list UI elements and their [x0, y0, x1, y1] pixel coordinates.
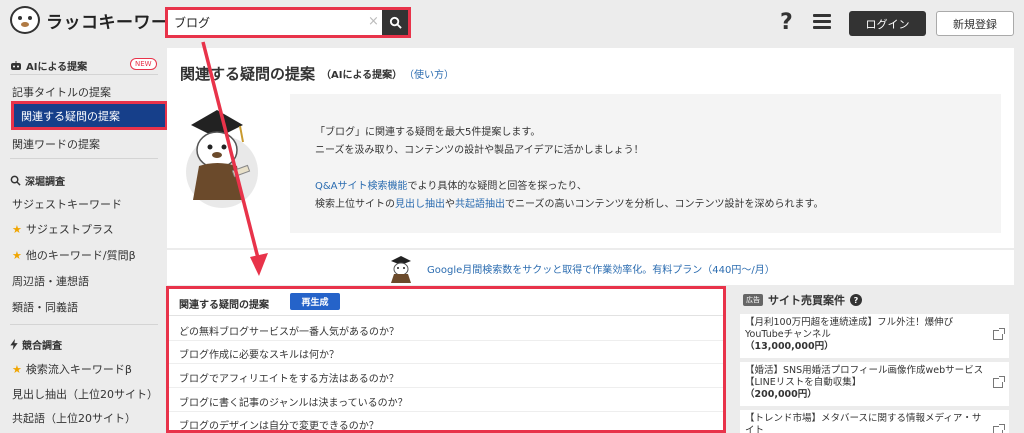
divider	[169, 340, 723, 341]
logo[interactable]: ラッコキーワード	[10, 6, 186, 34]
sale-price: （200,000円）	[745, 389, 817, 400]
sale-title: 【婚活】SNS用婚活プロフィール画像作成webサービス【LINEリストを自動収集…	[745, 365, 984, 388]
questions-panel: 関連する疑問の提案 再生成 どの無料ブログサービスが一番人気があるのか？ ブログ…	[166, 286, 726, 433]
heading-extract-link[interactable]: 見出し抽出	[395, 199, 445, 210]
sidebar-item-label: 周辺語・連想語	[12, 275, 89, 288]
sidebar-item-label: サジェストキーワード	[12, 198, 122, 211]
divider	[10, 158, 158, 159]
sidebar-item-heading-extract[interactable]: 見出し抽出（上位20サイト）	[12, 386, 158, 402]
sidebar-item-label: 関連する疑問の提案	[21, 109, 120, 123]
sidebar-item-inflow-keywords[interactable]: ★ 検索流入キーワードβ	[12, 361, 132, 377]
sidebar-item-label: 関連ワードの提案	[12, 138, 100, 151]
sidebar-section-label: 深堀調査	[25, 177, 65, 188]
question-item[interactable]: ブログ作成に必要なスキルは何か？	[179, 346, 339, 361]
lightning-icon	[10, 339, 18, 350]
cooccurrence-link[interactable]: 共起語抽出	[455, 199, 505, 210]
howto-link[interactable]: （使い方）	[404, 66, 454, 81]
external-link-icon	[993, 424, 1005, 433]
ad-badge: 広告	[743, 294, 763, 306]
question-item[interactable]: ブログに書く記事のジャンルは決まっているのか？	[179, 394, 408, 409]
intro-line-3: Q&Aサイト検索機能でより具体的な疑問と回答を探ったり、	[315, 181, 587, 192]
search-box: ×	[165, 7, 411, 38]
sidebar-item-synonyms[interactable]: 類語・同義語	[12, 299, 78, 315]
otter-mascot-icon	[391, 256, 411, 283]
sidebar-item-label: 他のキーワード/質問β	[25, 249, 136, 262]
divider	[10, 324, 158, 325]
sidebar-section-competitor: 競合調査	[10, 337, 62, 352]
sidebar-section-ai: AIによる提案	[10, 58, 87, 73]
intro-line-1: 「ブログ」に関連する疑問を最大5件提案します。	[315, 127, 541, 138]
sidebar-item-related-terms[interactable]: 周辺語・連想語	[12, 273, 89, 289]
sale-title: 【トレンド市場】メタバースに関する情報メディア・サイト	[745, 413, 982, 433]
qa-search-link[interactable]: Q&Aサイト検索機能	[315, 181, 408, 192]
regenerate-button[interactable]: 再生成	[290, 293, 340, 310]
sale-title: 【月利100万円超を連続達成】フル外注！爆伸びYouTubeチャンネル	[745, 317, 954, 340]
divider	[169, 411, 723, 412]
sale-card[interactable]: 【月利100万円超を連続達成】フル外注！爆伸びYouTubeチャンネル （13,…	[740, 314, 1009, 358]
hamburger-menu-icon[interactable]	[813, 14, 831, 30]
star-icon: ★	[12, 362, 22, 376]
divider	[169, 363, 723, 364]
search-icon	[389, 16, 402, 29]
otter-professor-mascot-icon	[186, 110, 258, 208]
sidebar: AIによる提案 NEW 記事タイトルの提案 関連する疑問の提案 関連ワードの提案…	[0, 48, 168, 433]
question-item[interactable]: ブログでアフィリエイトをする方法はあるのか？	[179, 370, 399, 385]
sale-card[interactable]: 【トレンド市場】メタバースに関する情報メディア・サイト	[740, 410, 1009, 433]
sales-header: 広告 サイト売買案件 ?	[743, 292, 862, 308]
clear-icon[interactable]: ×	[368, 14, 379, 29]
promo-banner[interactable]: Google月間検索数をサクッと取得で作業効率化。有料プラン（440円〜/月）	[167, 250, 1014, 285]
question-item[interactable]: ブログのデザインは自分で変更できるのか？	[179, 417, 379, 432]
header: ラッコキーワード × ? ログイン 新規登録	[0, 0, 1024, 45]
intro-box: 「ブログ」に関連する疑問を最大5件提案します。 ニーズを汲み取り、コンテンツの設…	[290, 94, 1001, 233]
sales-panel: 広告 サイト売買案件 ? 【月利100万円超を連続達成】フル外注！爆伸びYouT…	[735, 286, 1014, 433]
sidebar-item-cooccurrence[interactable]: 共起語（上位20サイト）	[12, 410, 136, 426]
sidebar-item-article-title[interactable]: 記事タイトルの提案	[12, 84, 111, 100]
main-panel: 関連する疑問の提案 （AIによる提案） （使い方） 「ブログ」に関連する疑問を最…	[167, 48, 1014, 248]
sidebar-item-suggest-plus[interactable]: ★ サジェストプラス	[12, 221, 114, 237]
star-icon: ★	[12, 248, 22, 262]
banner-text[interactable]: Google月間検索数をサクッと取得で作業効率化。有料プラン（440円〜/月）	[427, 261, 775, 276]
sidebar-item-suggest[interactable]: サジェストキーワード	[12, 196, 122, 212]
sale-card[interactable]: 【婚活】SNS用婚活プロフィール画像作成webサービス【LINEリストを自動収集…	[740, 362, 1009, 406]
help-icon[interactable]: ?	[780, 10, 793, 35]
search-input[interactable]	[168, 10, 382, 35]
sidebar-item-label: 検索流入キーワードβ	[25, 363, 132, 376]
search-button[interactable]	[382, 10, 408, 35]
help-icon[interactable]: ?	[850, 294, 862, 306]
external-link-icon	[993, 376, 1005, 388]
sidebar-section-label: 競合調査	[22, 341, 62, 352]
new-badge: NEW	[130, 58, 157, 70]
otter-logo-icon	[10, 6, 40, 34]
sidebar-item-label: 記事タイトルの提案	[12, 86, 111, 99]
question-item[interactable]: どの無料ブログサービスが一番人気があるのか？	[179, 323, 399, 338]
questions-heading: 関連する疑問の提案	[179, 300, 269, 311]
divider	[169, 315, 723, 316]
sidebar-item-label: 見出し抽出（上位20サイト）	[12, 388, 158, 401]
sidebar-item-other-keywords[interactable]: ★ 他のキーワード/質問β	[12, 247, 136, 263]
page-title: 関連する疑問の提案	[180, 65, 316, 83]
sidebar-section-deep: 深堀調査	[10, 173, 65, 188]
sidebar-item-label: サジェストプラス	[25, 223, 114, 236]
sidebar-item-related-words[interactable]: 関連ワードの提案	[12, 136, 100, 152]
robot-icon	[11, 60, 21, 70]
login-button[interactable]: ログイン	[849, 11, 926, 36]
sidebar-item-label: 共起語（上位20サイト）	[12, 412, 136, 425]
magnifier-icon	[10, 175, 21, 186]
sidebar-item-label: 類語・同義語	[12, 301, 78, 314]
star-icon: ★	[12, 222, 22, 236]
intro-line-2: ニーズを汲み取り、コンテンツの設計や製品アイデアに活かしましょう！	[315, 145, 644, 156]
sidebar-section-label: AIによる提案	[26, 62, 88, 73]
sales-title: サイト売買案件	[768, 294, 845, 307]
page-subtitle: （AIによる提案）	[321, 70, 403, 81]
divider	[169, 387, 723, 388]
signup-button[interactable]: 新規登録	[936, 11, 1014, 36]
sale-price: （13,000,000円）	[745, 341, 834, 352]
sidebar-item-related-questions[interactable]: 関連する疑問の提案	[11, 101, 168, 130]
intro-line-4: 検索上位サイトの見出し抽出や共起語抽出でニーズの高いコンテンツを分析し、コンテン…	[315, 199, 824, 210]
external-link-icon	[993, 328, 1005, 340]
divider	[10, 74, 158, 75]
